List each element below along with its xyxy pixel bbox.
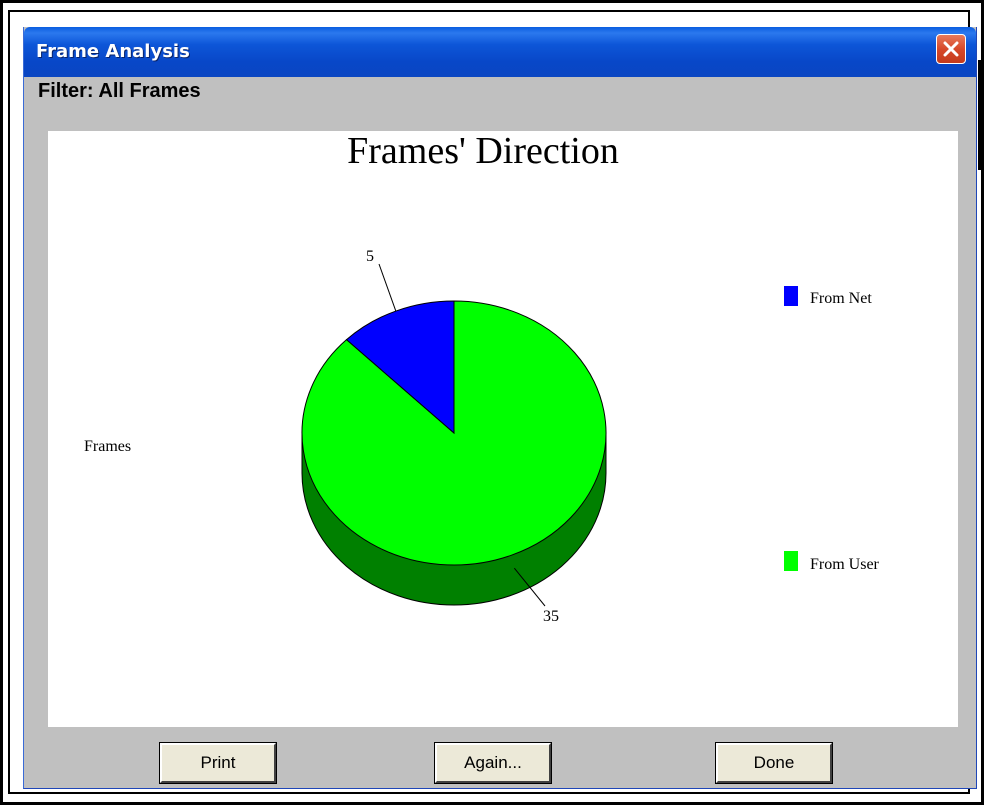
legend-swatch-from-user [784, 551, 798, 571]
pie-group: 5 35 [301, 248, 607, 625]
close-icon [943, 41, 959, 57]
filter-bar: Filter: All Frames [24, 77, 976, 105]
done-button[interactable]: Done [716, 743, 832, 783]
chart-area: Frames' Direction Frames 5 35 From Net Fr… [48, 131, 958, 727]
legend-swatch-from-net [784, 286, 798, 306]
window-title: Frame Analysis [36, 41, 190, 62]
frame-line-bottom [8, 792, 970, 794]
frame-analysis-window: Frame Analysis Filter: All Frames Frames… [23, 27, 977, 789]
again-button[interactable]: Again... [435, 743, 551, 783]
print-button[interactable]: Print [160, 743, 276, 783]
chart-ylabel: Frames [84, 438, 131, 455]
legend: From Net From User [784, 286, 880, 573]
data-label-from-net: 5 [366, 248, 374, 265]
leader-line-from-net [378, 263, 397, 312]
frame-line-left [8, 10, 10, 794]
filter-label: Filter: All Frames [38, 80, 201, 102]
chart-title: Frames' Direction [347, 131, 619, 172]
pie-chart: Frames' Direction Frames 5 35 From Net Fr… [84, 131, 880, 625]
data-label-from-user: 35 [543, 608, 559, 625]
close-button[interactable] [936, 34, 966, 64]
legend-label-from-net: From Net [810, 290, 872, 307]
frame-line-top [8, 10, 970, 12]
legend-label-from-user: From User [810, 556, 880, 573]
title-bar[interactable]: Frame Analysis [24, 27, 976, 77]
frame-stub [978, 60, 981, 170]
